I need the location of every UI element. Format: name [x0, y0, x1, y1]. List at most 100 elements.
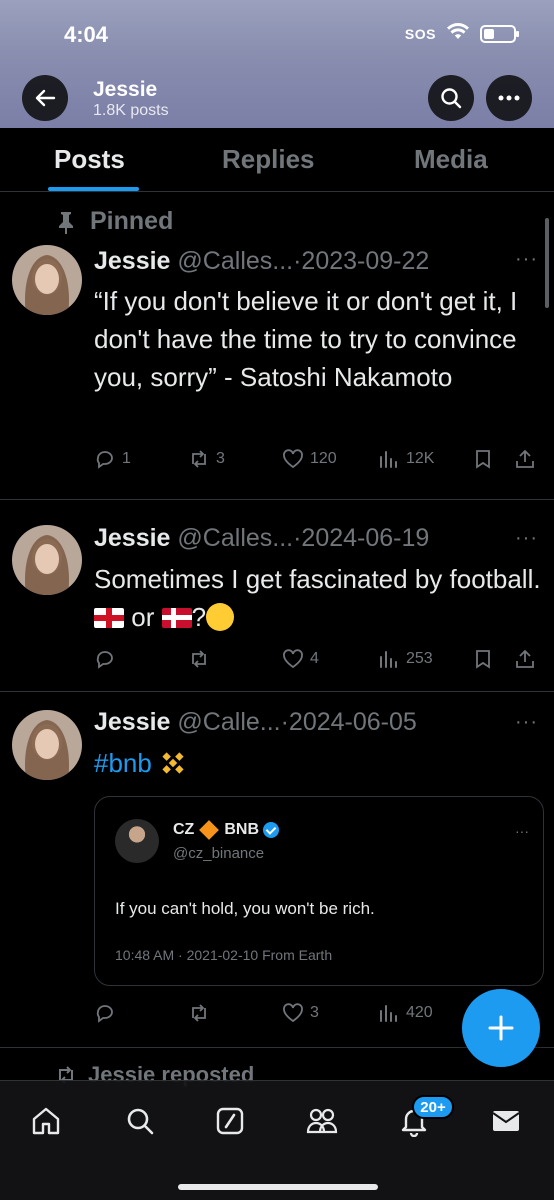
- quoted-more-icon[interactable]: ···: [515, 823, 529, 839]
- nav-messages[interactable]: [486, 1101, 526, 1141]
- status-time: 4:04: [64, 22, 109, 47]
- bookmark-button[interactable]: [472, 448, 494, 470]
- post-more-icon[interactable]: ···: [515, 527, 538, 550]
- verified-badge-icon: [263, 822, 279, 838]
- reply-icon: [96, 651, 113, 669]
- author-name[interactable]: Jessie: [94, 708, 170, 736]
- views-button[interactable]: 420: [378, 1002, 433, 1024]
- bookmark-icon: [476, 650, 490, 669]
- heart-icon: [283, 449, 303, 469]
- share-button[interactable]: [514, 648, 536, 670]
- england-flag-icon: [94, 608, 124, 628]
- views-button[interactable]: 12K: [378, 448, 434, 470]
- author-meta: @Calles...·2023-09-22: [177, 247, 430, 275]
- active-tab-indicator: [48, 187, 139, 191]
- reply-icon: [96, 451, 113, 469]
- author-name[interactable]: Jessie: [94, 524, 170, 552]
- people-icon: [306, 1108, 338, 1134]
- denmark-flag-icon: [161, 608, 192, 628]
- search-button[interactable]: [428, 75, 474, 121]
- share-icon: [516, 449, 534, 468]
- post-more-icon[interactable]: ···: [515, 248, 538, 271]
- author-meta: @Calle...·2024-06-05: [177, 708, 417, 736]
- reply-icon: [96, 1005, 113, 1023]
- repost-button[interactable]: 3: [188, 448, 225, 470]
- nav-grok[interactable]: [210, 1101, 250, 1141]
- bookmark-icon: [476, 450, 490, 469]
- profile-name: Jessie: [93, 78, 158, 101]
- repost-icon: [192, 450, 206, 468]
- author-name[interactable]: Jessie: [94, 247, 170, 275]
- repost-icon: [192, 1004, 206, 1022]
- like-button[interactable]: 120: [282, 448, 337, 470]
- profile-header-banner: 4:04 SOS Jessie 1.8K posts: [0, 0, 554, 128]
- profile-post-count: 1.8K posts: [93, 102, 169, 119]
- home-icon: [32, 1107, 60, 1135]
- post-actions: 1 3 120 12K: [94, 448, 544, 476]
- analytics-icon: [380, 1005, 397, 1022]
- quoted-post[interactable]: CZ BNB @cz_binance ··· If you can't hold…: [94, 796, 544, 986]
- reply-button[interactable]: [94, 1002, 116, 1024]
- repost-button[interactable]: [188, 648, 210, 670]
- post-text: #bnb: [94, 744, 546, 782]
- reply-button[interactable]: 1: [94, 448, 131, 470]
- profile-tabs: Posts Replies Media: [0, 128, 554, 192]
- search-icon: [127, 1108, 154, 1135]
- post-actions: 4 253: [94, 648, 544, 676]
- nav-communities[interactable]: [302, 1101, 342, 1141]
- sos-indicator: SOS: [404, 25, 436, 42]
- more-options-button[interactable]: [486, 75, 532, 121]
- home-indicator[interactable]: [178, 1184, 378, 1190]
- ellipsis-icon: [498, 95, 520, 101]
- plus-icon: [488, 1015, 514, 1041]
- orange-diamond-icon: [199, 820, 220, 840]
- repost-button[interactable]: [188, 1002, 210, 1024]
- quoted-avatar[interactable]: [115, 819, 159, 863]
- quoted-text: If you can't hold, you won't be rich.: [115, 899, 375, 918]
- avatar[interactable]: [12, 525, 82, 595]
- bottom-navigation: [0, 1080, 554, 1200]
- nav-home[interactable]: [26, 1101, 66, 1141]
- share-button[interactable]: [514, 448, 536, 470]
- share-icon: [516, 649, 534, 668]
- analytics-icon: [380, 651, 397, 668]
- avatar[interactable]: [12, 710, 82, 780]
- views-button[interactable]: 253: [378, 648, 433, 670]
- binance-logo-icon: [162, 752, 184, 774]
- envelope-icon: [492, 1111, 520, 1131]
- heart-icon: [283, 1003, 303, 1023]
- post-header: Jessie @Calle...·2024-06-05: [94, 708, 417, 737]
- post-item[interactable]: Jessie @Calles...·2024-06-19 ··· Sometim…: [0, 500, 554, 692]
- avatar[interactable]: [12, 245, 82, 315]
- hashtag-link[interactable]: #bnb: [94, 748, 152, 778]
- search-icon: [441, 88, 462, 109]
- tab-media[interactable]: Media: [414, 144, 488, 175]
- notifications-badge: 20+: [412, 1095, 454, 1119]
- post-header: Jessie @Calles...·2023-09-22: [94, 247, 429, 276]
- post-more-icon[interactable]: ···: [515, 711, 538, 734]
- post-item[interactable]: Jessie @Calles...·2023-09-22 ··· “If you…: [0, 192, 554, 500]
- wifi-icon: [446, 22, 470, 45]
- arrow-left-icon: [35, 89, 56, 107]
- tab-replies[interactable]: Replies: [222, 144, 315, 175]
- like-button[interactable]: 4: [282, 648, 319, 670]
- tab-posts[interactable]: Posts: [54, 144, 125, 175]
- compose-button[interactable]: [462, 989, 540, 1067]
- analytics-icon: [380, 451, 397, 468]
- reply-button[interactable]: [94, 648, 116, 670]
- quoted-author-name[interactable]: CZ BNB: [173, 820, 279, 840]
- repost-icon: [192, 650, 206, 668]
- author-meta: @Calles...·2024-06-19: [177, 524, 430, 552]
- battery-icon: [480, 24, 519, 43]
- heart-icon: [283, 649, 303, 669]
- bookmark-button[interactable]: [472, 648, 494, 670]
- nav-search[interactable]: [120, 1101, 160, 1141]
- status-icons: SOS: [404, 22, 519, 45]
- quoted-meta: 10:48 AM · 2021-02-10 From Earth: [115, 947, 333, 963]
- post-text: Sometimes I get fascinated by football. …: [94, 564, 541, 632]
- like-button[interactable]: 3: [282, 1002, 319, 1024]
- grok-icon: [216, 1107, 244, 1135]
- back-button[interactable]: [22, 75, 68, 121]
- post-header: Jessie @Calles...·2024-06-19: [94, 524, 429, 553]
- laughing-emoji-icon: [206, 603, 235, 631]
